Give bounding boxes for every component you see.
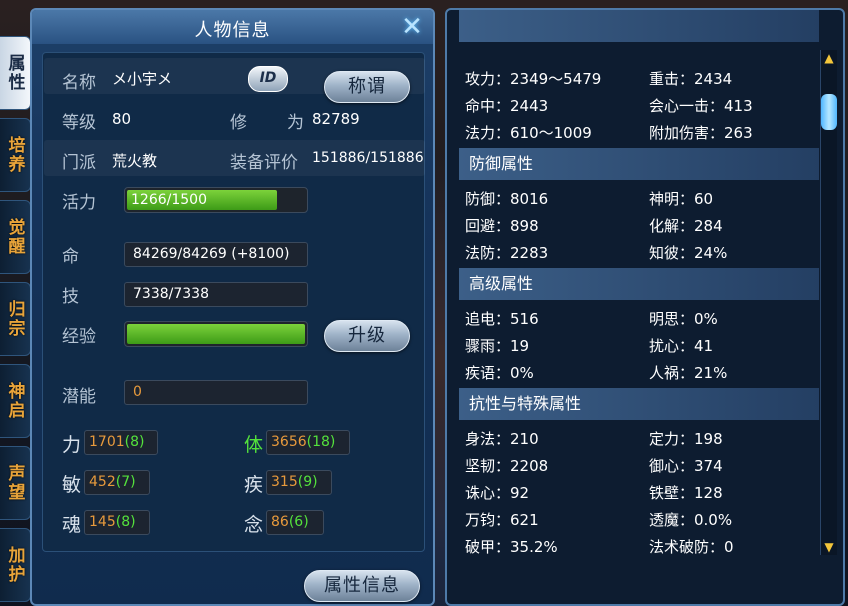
potential-label: 潜能 [62, 387, 96, 407]
attr-attack: 攻力：2349～5479 [465, 70, 602, 88]
attr-spell-pierce: 法术破防：0 [649, 538, 734, 556]
stat-base: 3656 [271, 434, 307, 450]
stat-bonus: (9) [297, 474, 318, 490]
section-header-advanced: 高级属性 [459, 268, 819, 300]
attr-divinity: 神明：60 [649, 190, 714, 208]
title-button[interactable]: 称谓 [324, 71, 410, 103]
attr-body-method: 身法：210 [465, 430, 539, 448]
attr-composure: 定力：198 [649, 430, 723, 448]
stat-label-constitution: 体 [244, 434, 264, 456]
id-icon[interactable]: ID [248, 66, 288, 92]
stat-base: 1701 [89, 434, 125, 450]
stat-bonus: (8) [124, 434, 145, 450]
stat-base: 315 [271, 474, 298, 490]
skill-label: 技 [62, 287, 79, 307]
attr-chase-lightning: 追电：516 [465, 310, 539, 328]
scrollbar-thumb[interactable] [821, 94, 837, 130]
close-icon[interactable]: ✕ [399, 14, 425, 40]
attr-iron-wall: 铁壁：128 [649, 484, 723, 502]
vitality-bar: 1266/1500 [124, 187, 308, 213]
attr-thunderous-weight: 万钧：621 [465, 511, 539, 529]
exp-bar [124, 321, 308, 347]
stat-strength: 1701(8) [84, 430, 158, 455]
attr-downpour: 骤雨：19 [465, 337, 530, 355]
faction-value: 荒火教 [112, 152, 158, 170]
tab-reputation[interactable]: 声望 [0, 446, 31, 520]
attr-swift-speech: 疾语：0% [465, 364, 534, 382]
stat-label-strength: 力 [62, 434, 82, 456]
scroll-up-icon[interactable]: ▲ [823, 52, 835, 64]
attr-magic-power: 法力：610～1009 [465, 124, 592, 142]
stat-bonus: (8) [115, 514, 136, 530]
stat-soul: 145(8) [84, 510, 150, 535]
name-value: メ小宇メ [112, 70, 173, 88]
attr-disturb-mind: 扰心：41 [649, 337, 714, 355]
stat-label-soul: 魂 [62, 514, 82, 536]
tab-cultivate[interactable]: 培养 [0, 118, 31, 192]
scroll-down-icon[interactable]: ▼ [823, 541, 835, 553]
attr-critical: 会心一击：413 [649, 97, 753, 115]
attr-evasion: 回避：898 [465, 217, 539, 235]
character-info-panel: 人物信息 ✕ 名称 メ小宇メ ID 称谓 等级 80 修 为 82789 门派 … [30, 8, 435, 606]
stat-agility: 452(7) [84, 470, 150, 495]
scrollbar[interactable]: ▲ ▼ [820, 50, 837, 555]
attr-calamity: 人祸：21% [649, 364, 728, 382]
attr-guard-heart: 御心：374 [649, 457, 723, 475]
tab-divine-revelation[interactable]: 神启 [0, 364, 31, 438]
attr-armor-break: 破甲：35.2% [465, 538, 558, 556]
stat-bonus: (6) [288, 514, 309, 530]
attr-defense: 防御：8016 [465, 190, 549, 208]
stat-label-agility: 敏 [62, 474, 82, 496]
stat-constitution: 3656(18) [266, 430, 350, 455]
equip-rating-label: 装备评价 [230, 153, 298, 173]
stat-label-speed: 疾 [244, 474, 264, 496]
faction-label: 门派 [62, 153, 96, 173]
vitality-value: 1266/1500 [131, 192, 207, 208]
attr-magic-defense: 法防：2283 [465, 244, 549, 262]
potential-value: 0 [124, 380, 308, 405]
exp-bar-fill [127, 324, 305, 344]
stat-base: 145 [89, 514, 116, 530]
level-value: 80 [112, 110, 132, 128]
tab-attributes[interactable]: 属性 [0, 36, 31, 110]
life-label: 命 [62, 247, 79, 267]
attr-tenacity: 坚韧：2208 [465, 457, 549, 475]
attr-clear-thought: 明思：0% [649, 310, 718, 328]
vitality-label: 活力 [62, 193, 96, 213]
stat-mind: 86(6) [266, 510, 324, 535]
attr-hit: 命中：2443 [465, 97, 549, 115]
section-header-resistance: 抗性与特殊属性 [459, 388, 819, 420]
attr-heavy-strike: 重击：2434 [649, 70, 733, 88]
tab-return-sect[interactable]: 归宗 [0, 282, 31, 356]
attr-insight: 知彼：24% [649, 244, 728, 262]
equip-rating-value: 151886/151886 [312, 150, 424, 166]
cultivation-label-b: 为 [287, 113, 304, 133]
attribute-detail-panel: 攻力：2349～5479 重击：2434 命中：2443 会心一击：413 法力… [445, 8, 845, 606]
stat-base: 86 [271, 514, 289, 530]
stat-bonus: (18) [306, 434, 336, 450]
stat-base: 452 [89, 474, 116, 490]
tab-awaken[interactable]: 觉醒 [0, 200, 31, 274]
attr-dissolve: 化解：284 [649, 217, 723, 235]
exp-label: 经验 [62, 327, 96, 347]
section-header-attack [459, 10, 819, 42]
attribute-info-button[interactable]: 属性信息 [304, 570, 420, 602]
cultivation-label-a: 修 [230, 113, 247, 133]
tab-blessing[interactable]: 加护 [0, 528, 31, 602]
name-label: 名称 [62, 73, 96, 93]
attr-heart-pierce: 诛心：92 [465, 484, 530, 502]
section-header-defense: 防御属性 [459, 148, 819, 180]
life-value: 84269/84269 (+8100) [124, 242, 308, 267]
stat-label-mind: 念 [244, 514, 264, 536]
cultivation-value: 82789 [312, 110, 360, 128]
skill-value: 7338/7338 [124, 282, 308, 307]
attr-extra-damage: 附加伤害：263 [649, 124, 753, 142]
panel-title: 人物信息 [194, 20, 271, 41]
level-label: 等级 [62, 113, 96, 133]
upgrade-button[interactable]: 升级 [324, 320, 410, 352]
attr-penetrate-magic: 透魔：0.0% [649, 511, 733, 529]
stat-speed: 315(9) [266, 470, 332, 495]
stat-bonus: (7) [115, 474, 136, 490]
